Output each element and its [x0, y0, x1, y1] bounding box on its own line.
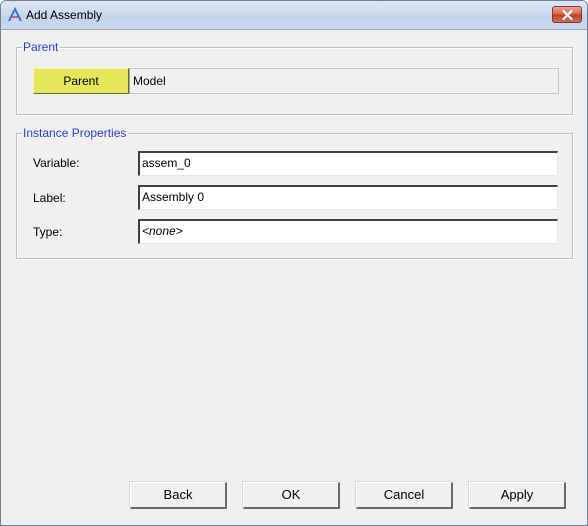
title-bar[interactable]: Add Assembly — [1, 1, 587, 30]
add-assembly-dialog: Add Assembly Parent Parent Model Instanc… — [0, 0, 588, 526]
cancel-button[interactable]: Cancel — [356, 482, 453, 509]
parent-button[interactable]: Parent — [33, 68, 129, 94]
instance-properties-group: Instance Properties Variable: assem_0 La… — [16, 126, 573, 259]
parent-group-legend: Parent — [22, 40, 61, 54]
close-x-icon — [562, 10, 573, 20]
parent-group: Parent Parent Model — [16, 40, 573, 115]
label-label: Label: — [33, 191, 66, 205]
type-input[interactable]: <none> — [138, 219, 558, 244]
instance-properties-legend: Instance Properties — [22, 126, 129, 140]
back-button[interactable]: Back — [130, 482, 227, 509]
parent-value-field[interactable]: Model — [129, 68, 559, 94]
apply-button[interactable]: Apply — [469, 482, 566, 509]
window-title: Add Assembly — [26, 8, 103, 22]
type-label: Type: — [33, 225, 63, 239]
variable-input[interactable]: assem_0 — [138, 151, 558, 176]
label-input[interactable]: Assembly 0 — [138, 185, 558, 210]
ok-button[interactable]: OK — [243, 482, 340, 509]
app-a-icon — [7, 6, 23, 23]
variable-label: Variable: — [33, 156, 80, 170]
close-button[interactable] — [552, 6, 582, 23]
dialog-body: Parent Parent Model Instance Properties … — [5, 30, 583, 521]
